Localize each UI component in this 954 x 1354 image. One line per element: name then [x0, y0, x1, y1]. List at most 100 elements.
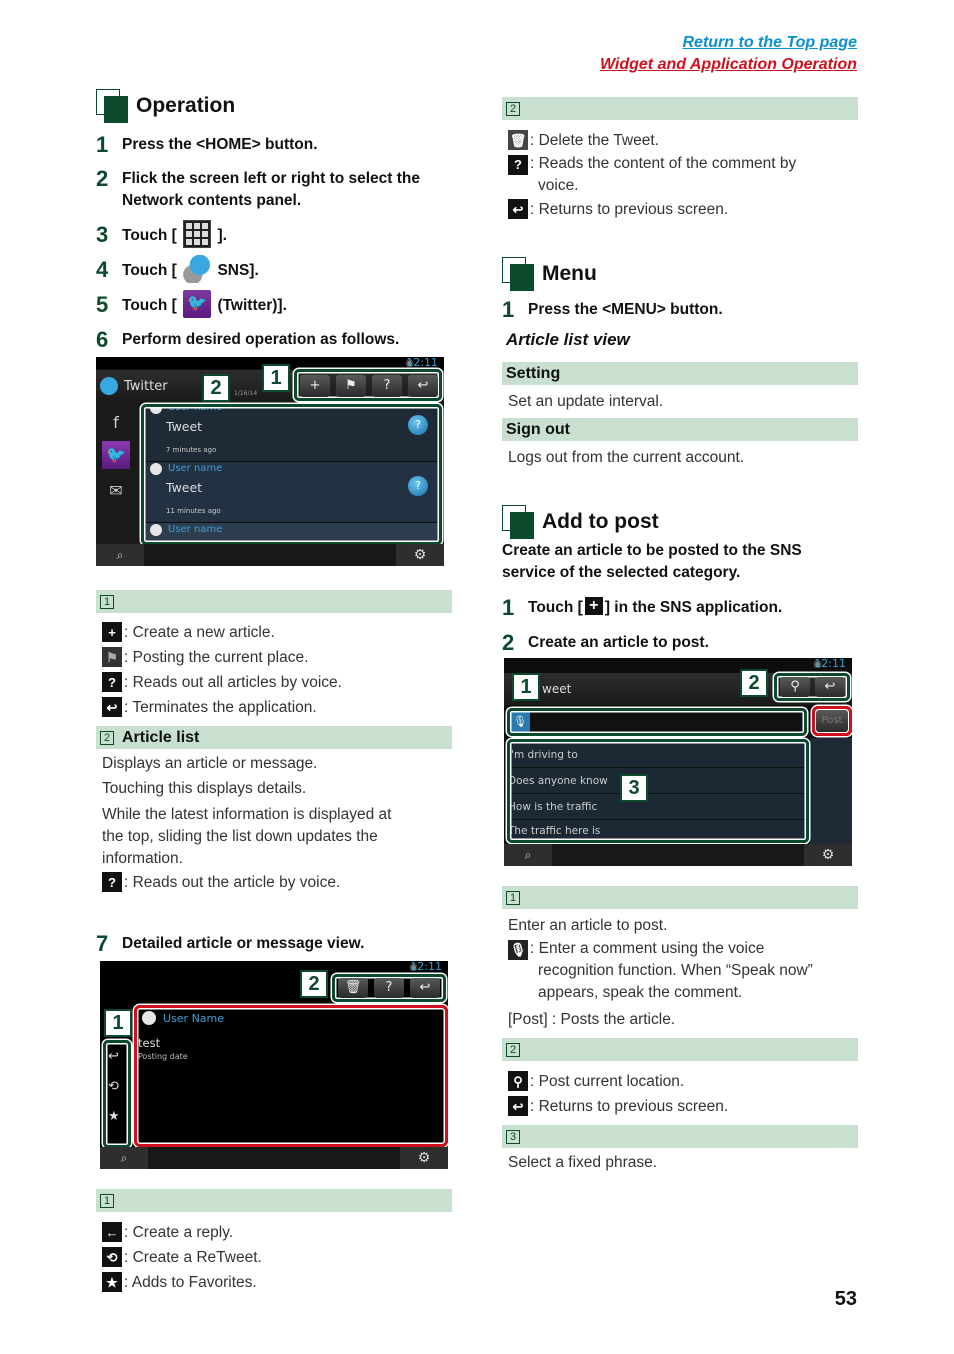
callout-1: 1	[512, 673, 540, 701]
read-comment-button[interactable]: ?	[374, 978, 404, 998]
step-text-pre: Touch [	[528, 599, 583, 616]
number-box: 2	[506, 101, 520, 116]
section-title: Menu	[542, 262, 597, 285]
read-all-button[interactable]: ?	[372, 375, 402, 397]
article-detail-frame	[134, 1005, 448, 1147]
section-square-icon	[502, 505, 536, 539]
compose-screenshot: ◉ 12:11 weet ⚲ ↩ 🎙 Post I'm driving to D…	[504, 658, 852, 866]
step-3: 3 Touch [ ].	[96, 220, 452, 259]
step-text: Detailed article or message view.	[122, 935, 365, 952]
add-post-heading: Add to post	[502, 504, 858, 540]
step-text-pre: Touch [	[122, 227, 177, 245]
legend-title: Article list	[122, 728, 200, 746]
step-number: 7	[96, 931, 109, 956]
legend-band: 2 Article list	[96, 726, 452, 749]
back-button[interactable]: ↩	[410, 978, 440, 998]
favorite-button[interactable]: ★	[108, 1109, 120, 1124]
legend-band: 2	[502, 97, 858, 120]
step-number: 3	[96, 222, 109, 247]
sns-icon	[183, 255, 212, 283]
menu-desc: Set an update interval.	[508, 393, 664, 410]
search-icon[interactable]: ⌕	[96, 544, 144, 566]
legend-text: : Create a ReTweet.	[124, 1249, 262, 1266]
step-text: Press the <HOME> button.	[122, 136, 318, 153]
plus-icon: +	[102, 622, 122, 642]
section-title: Operation	[136, 94, 236, 117]
legend-2: 2 Article list Displays an article or mes…	[96, 726, 452, 895]
mic-icon: 🎙	[508, 940, 528, 960]
section-square-icon	[502, 257, 536, 291]
legend-text: : Reads out the article by voice.	[124, 874, 341, 891]
return-top-link[interactable]: Return to the Top page	[600, 32, 857, 54]
location-pin-button[interactable]: ⚲	[780, 677, 810, 697]
legend-item: 🗑: Delete the Tweet.	[508, 128, 858, 153]
step-text-pre: Touch [	[122, 297, 177, 315]
legend-item: 🎙: Enter a comment using the voice recog…	[508, 938, 858, 1004]
callout-2: 2	[300, 970, 328, 998]
gear-icon[interactable]: ⚙	[396, 544, 444, 566]
reply-button[interactable]: ↩	[108, 1049, 119, 1064]
step-number: 4	[96, 257, 109, 282]
left-column: Operation 1 Press the <HOME> button. 2 F…	[96, 88, 452, 1295]
search-icon[interactable]: ⌕	[504, 844, 552, 866]
avatar	[142, 1011, 156, 1025]
add-step-1: 1 Touch [+] in the SNS application.	[502, 597, 858, 632]
new-article-button[interactable]: +	[300, 375, 330, 397]
post-place-button[interactable]: ⚑	[336, 375, 366, 397]
legend-item: ?: Reads the content of the comment by v…	[508, 153, 858, 197]
section-square-icon	[96, 89, 130, 123]
legend-band: 2	[502, 1038, 858, 1061]
delete-button[interactable]: 🗑	[338, 978, 368, 998]
step-text-post: SNS].	[217, 262, 259, 280]
location-pin-icon: ⚲	[508, 1071, 528, 1091]
legend-item: ↩: Returns to previous screen.	[508, 197, 858, 222]
section-title: Add to post	[542, 510, 659, 533]
legend-item: ⚲: Post current location.	[508, 1069, 858, 1094]
step-5: 5 Touch [ 🐦 (Twitter)].	[96, 290, 452, 329]
add-step-2: 2 Create an article to post.	[502, 632, 858, 658]
legend-item: ★: Adds to Favorites.	[102, 1270, 452, 1295]
retweet-icon: ⟲	[102, 1247, 122, 1267]
gear-icon[interactable]: ⚙	[804, 844, 852, 866]
detail-view-screenshot: ◉ 12:11 🗑 ? ↩ User Name test Posting dat…	[100, 961, 448, 1169]
status-time: 12:11	[814, 658, 846, 670]
bottom-bar	[100, 1147, 448, 1169]
legend-text: : Create a reply.	[124, 1224, 234, 1241]
back-button[interactable]: ↩	[815, 677, 845, 697]
legend-text: : Posting the current place.	[124, 649, 309, 666]
input-frame	[507, 708, 807, 736]
search-icon[interactable]: ⌕	[100, 1147, 148, 1169]
legend-band: 1	[96, 1189, 452, 1212]
legend-band: 3	[502, 1125, 858, 1148]
post-button[interactable]: Post	[816, 710, 848, 732]
legend-text: : Post current location.	[530, 1073, 685, 1090]
step-text: Create an article to post.	[528, 634, 709, 651]
back-icon: ↩	[102, 697, 122, 717]
add-legend-3: 3 Select a fixed phrase.	[502, 1125, 858, 1174]
article-list-frame	[141, 404, 442, 545]
add-legend-2: 2 ⚲: Post current location. ↩: Returns t…	[502, 1038, 858, 1119]
step-text: Touch [ ].	[122, 220, 452, 248]
legend-line: Select a fixed phrase.	[508, 1154, 658, 1171]
legend-item: ⚑: Posting the current place.	[102, 645, 452, 670]
step-text-post: (Twitter)].	[217, 297, 287, 315]
legend-text: : Enter a comment using the voice recogn…	[530, 940, 813, 1001]
legend-text: : Adds to Favorites.	[124, 1274, 257, 1291]
star-icon: ★	[102, 1272, 122, 1292]
step-4: 4 Touch [ SNS].	[96, 255, 452, 294]
menu-step-1: 1 Press the <MENU> button.	[502, 299, 858, 327]
gear-icon[interactable]: ⚙	[400, 1147, 448, 1169]
facebook-icon[interactable]: f	[102, 409, 130, 437]
app-title: Twitter	[124, 379, 168, 394]
number-box: 1	[506, 890, 520, 905]
legend-text: : Terminates the application.	[124, 699, 317, 716]
page-number: 53	[834, 1288, 857, 1310]
back-icon: ↩	[508, 1096, 528, 1116]
back-button[interactable]: ↩	[408, 375, 438, 397]
retweet-button[interactable]: ⟲	[108, 1079, 119, 1094]
mail-icon[interactable]: ✉	[102, 477, 130, 505]
legend-3: 1 ←: Create a reply. ⟲: Create a ReTweet…	[96, 1189, 452, 1295]
twitter-icon[interactable]: 🐦	[102, 441, 130, 469]
widget-app-operation-link[interactable]: Widget and Application Operation	[600, 54, 857, 76]
legend-text: : Returns to previous screen.	[530, 1098, 729, 1115]
